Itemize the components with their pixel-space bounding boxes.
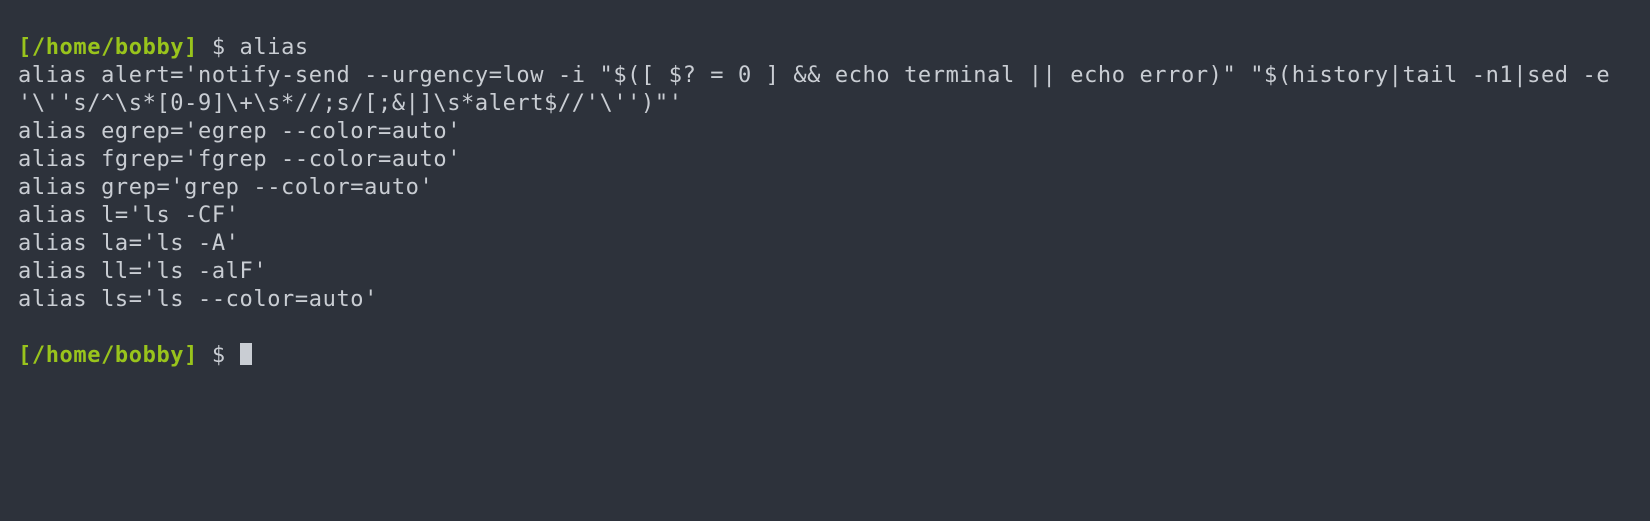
output-line: alias ls='ls --color=auto' <box>18 286 1632 314</box>
output-line: alias grep='grep --color=auto' <box>18 174 1632 202</box>
output-line: alias l='ls -CF' <box>18 202 1632 230</box>
prompt-path: [/home/bobby] <box>18 35 198 60</box>
output-line: alias la='ls -A' <box>18 230 1632 258</box>
prompt-line-2: [/home/bobby] $ <box>18 342 1632 370</box>
output-line: alias fgrep='fgrep --color=auto' <box>18 146 1632 174</box>
prompt-path: [/home/bobby] <box>18 343 198 368</box>
prompt-symbol: $ <box>198 343 240 368</box>
typed-command: alias <box>240 35 309 60</box>
output-line: alias egrep='egrep --color=auto' <box>18 118 1632 146</box>
prompt-symbol: $ <box>198 35 240 60</box>
terminal-viewport[interactable]: [/home/bobby] $ aliasalias alert='notify… <box>0 0 1650 521</box>
cursor-block-icon <box>240 343 252 365</box>
prompt-line-1: [/home/bobby] $ alias <box>18 34 1632 62</box>
blank-line <box>18 314 1632 342</box>
output-line: alias ll='ls -alF' <box>18 258 1632 286</box>
output-line: alias alert='notify-send --urgency=low -… <box>18 62 1632 118</box>
